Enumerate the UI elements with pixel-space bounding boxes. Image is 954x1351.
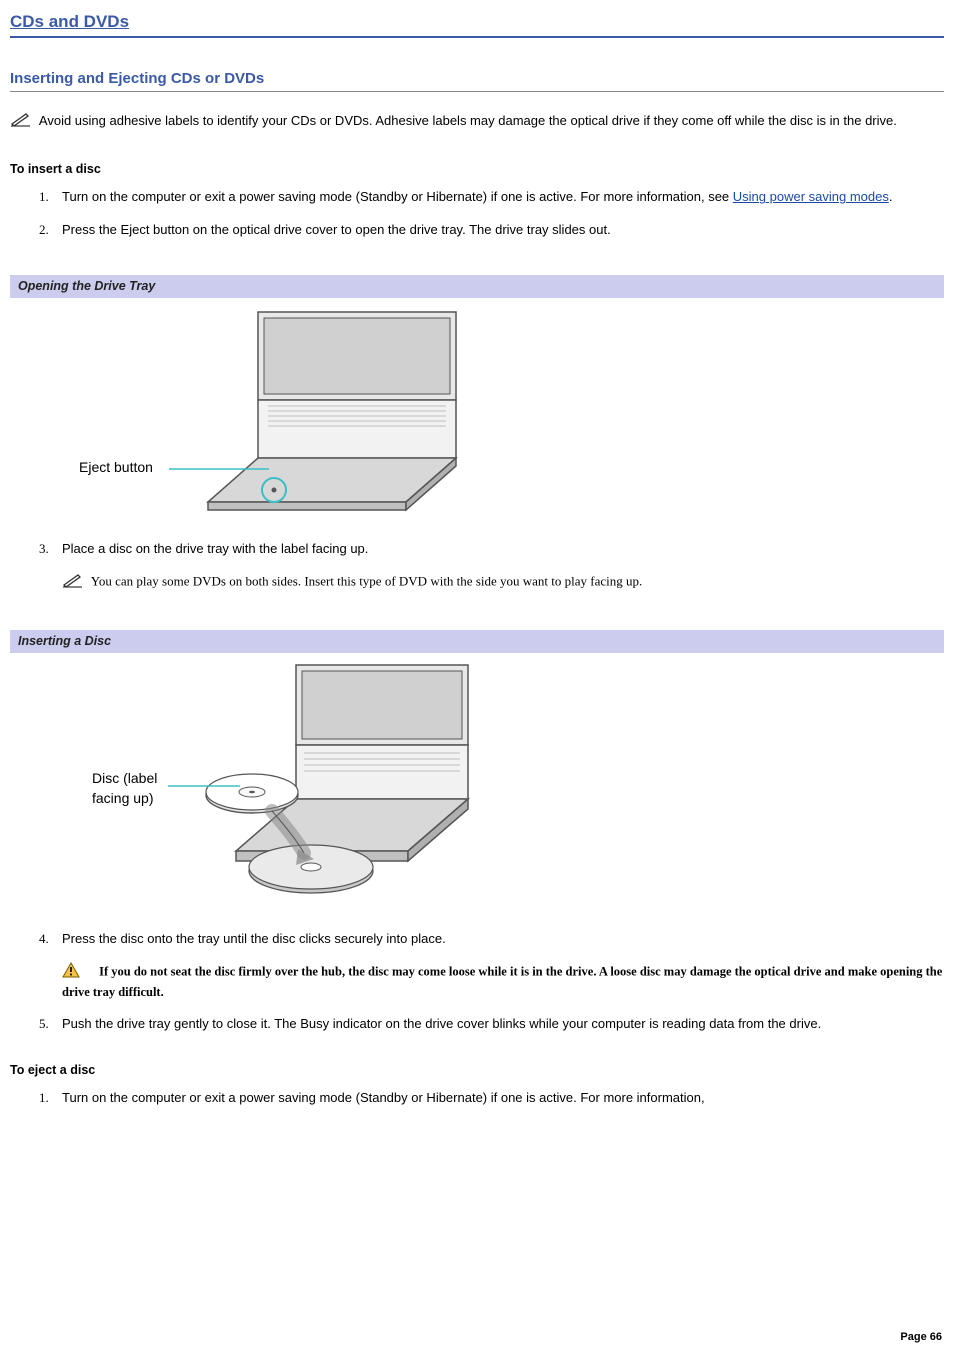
page-number: Page 66 [900, 1330, 942, 1345]
eject-step-1: Turn on the computer or exit a power sav… [52, 1089, 944, 1107]
insert-section-label: To insert a disc [10, 161, 944, 179]
eject-section-label: To eject a disc [10, 1062, 944, 1080]
page-title: CDs and DVDs [10, 10, 944, 38]
note-icon [10, 110, 34, 133]
step3-text: Place a disc on the drive tray with the … [62, 541, 368, 556]
step1-text-a: Turn on the computer or exit a power sav… [62, 189, 733, 204]
insert-step-5: Push the drive tray gently to close it. … [52, 1015, 944, 1033]
insert-step-1: Turn on the computer or exit a power sav… [52, 188, 944, 206]
callout-line-2 [168, 779, 240, 793]
step3-note-text: You can play some DVDs on both sides. In… [91, 573, 642, 588]
power-saving-link[interactable]: Using power saving modes [733, 189, 889, 204]
note-icon [62, 571, 86, 594]
eject-step1-text: Turn on the computer or exit a power sav… [62, 1090, 705, 1105]
insert-step-2: Press the Eject button on the optical dr… [52, 221, 944, 239]
figure2-label-b: facing up) [92, 790, 153, 806]
note-intro: Avoid using adhesive labels to identify … [10, 110, 944, 133]
note-intro-text: Avoid using adhesive labels to identify … [39, 113, 897, 128]
figure2-label-a: Disc (label [92, 770, 157, 786]
laptop-illustration-1 [206, 306, 476, 516]
insert-step-4: Press the disc onto the tray until the d… [52, 930, 944, 1001]
figure1-caption: Opening the Drive Tray [10, 275, 944, 299]
figure2: Disc (label facing up) [74, 655, 484, 920]
step4-warning-text: If you do not seat the disc firmly over … [62, 965, 942, 999]
step2-text: Press the Eject button on the optical dr… [62, 222, 611, 237]
figure1: Eject button [74, 300, 484, 530]
callout-line-1 [169, 460, 269, 478]
warning-icon [62, 962, 80, 984]
figure1-label: Eject button [79, 458, 153, 478]
figure2-caption: Inserting a Disc [10, 630, 944, 654]
step5-text: Push the drive tray gently to close it. … [62, 1016, 821, 1031]
insert-step-3: Place a disc on the drive tray with the … [52, 540, 944, 593]
step4-text: Press the disc onto the tray until the d… [62, 931, 446, 946]
section-heading: Inserting and Ejecting CDs or DVDs [10, 68, 944, 92]
step1-text-b: . [889, 189, 893, 204]
